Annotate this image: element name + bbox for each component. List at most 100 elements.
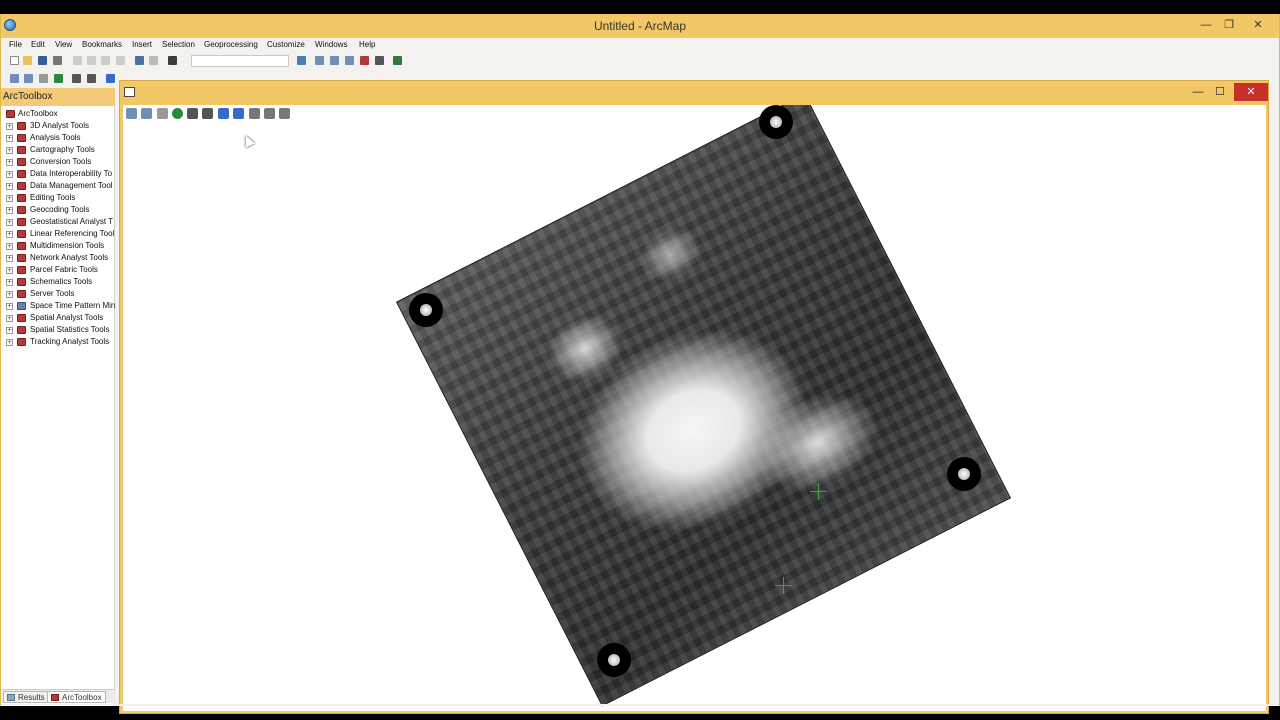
expand-icon[interactable]: + [6, 315, 13, 322]
toolbox-item[interactable]: + Spatial Analyst Tools [1, 312, 115, 324]
fixed-zoom-out-icon[interactable] [202, 108, 213, 119]
viewer-maximize-button[interactable]: ☐ [1209, 83, 1231, 101]
menu-selection[interactable]: Selection [162, 40, 195, 49]
full-extent-icon[interactable] [172, 108, 183, 119]
expand-icon[interactable]: + [6, 327, 13, 334]
menu-help[interactable]: Help [359, 40, 375, 49]
zoom-out-icon[interactable] [24, 74, 33, 83]
add-data-icon[interactable] [168, 56, 177, 65]
back-arrow-icon[interactable] [218, 108, 229, 119]
expand-icon[interactable]: + [6, 219, 13, 226]
expand-icon[interactable]: + [6, 159, 13, 166]
expand-icon[interactable]: + [6, 147, 13, 154]
toolbox-item[interactable]: + Editing Tools [1, 192, 115, 204]
editor-toolbar-icon[interactable] [297, 56, 306, 65]
refresh-icon[interactable] [249, 108, 260, 119]
toolbox-item[interactable]: + Space Time Pattern Min [1, 300, 115, 312]
toolbox-item[interactable]: + Multidimension Tools [1, 240, 115, 252]
toolbox-item[interactable]: + Data Management Tool [1, 180, 115, 192]
menu-file[interactable]: File [9, 40, 22, 49]
toolbox-item[interactable]: + Server Tools [1, 288, 115, 300]
viewer-options-icon[interactable] [279, 108, 290, 119]
expand-icon[interactable]: + [6, 135, 13, 142]
back-extent-icon[interactable] [106, 74, 115, 83]
catalog-window-icon[interactable] [330, 56, 339, 65]
toolbox-item[interactable]: + Schematics Tools [1, 276, 115, 288]
viewer-minimize-button[interactable]: — [1187, 83, 1209, 101]
toolbox-item[interactable]: + Parcel Fabric Tools [1, 264, 115, 276]
paste-icon[interactable] [101, 56, 110, 65]
new-document-icon[interactable] [10, 56, 19, 65]
tab-results[interactable]: Results [3, 691, 49, 703]
expand-icon[interactable]: + [6, 183, 13, 190]
expand-icon[interactable]: + [6, 267, 13, 274]
toolbox-item[interactable]: + Analysis Tools [1, 132, 115, 144]
pan-icon[interactable] [157, 108, 168, 119]
fixed-zoom-out-icon[interactable] [87, 74, 96, 83]
close-button[interactable]: ✕ [1247, 16, 1269, 34]
table-of-contents-icon[interactable] [315, 56, 324, 65]
toolbox-item[interactable]: + Geocoding Tools [1, 204, 115, 216]
menu-insert[interactable]: Insert [132, 40, 152, 49]
expand-icon[interactable]: + [6, 303, 13, 310]
menu-bookmarks[interactable]: Bookmarks [82, 40, 122, 49]
toolbox-item[interactable]: + Tracking Analyst Tools [1, 336, 115, 348]
python-window-icon[interactable] [375, 56, 384, 65]
open-folder-icon[interactable] [23, 56, 32, 65]
menu-windows[interactable]: Windows [315, 40, 347, 49]
arctoolbox-icon[interactable] [360, 56, 369, 65]
undo-icon[interactable] [135, 56, 144, 65]
maximize-button[interactable]: ❐ [1218, 16, 1240, 34]
expand-icon[interactable]: + [6, 171, 13, 178]
print-icon[interactable] [53, 56, 62, 65]
expand-icon[interactable]: + [6, 243, 13, 250]
search-window-icon[interactable] [345, 56, 354, 65]
expand-icon[interactable]: + [6, 207, 13, 214]
pan-icon[interactable] [39, 74, 48, 83]
expand-icon[interactable]: + [6, 195, 13, 202]
menu-edit[interactable]: Edit [31, 40, 45, 49]
fixed-zoom-in-icon[interactable] [72, 74, 81, 83]
toolbox-item[interactable]: + Network Analyst Tools [1, 252, 115, 264]
full-extent-icon[interactable] [54, 74, 63, 83]
expand-icon[interactable]: + [6, 291, 13, 298]
toolbox-item[interactable]: + Conversion Tools [1, 156, 115, 168]
menu-geoprocessing[interactable]: Geoprocessing [204, 40, 258, 49]
copy-icon[interactable] [87, 56, 96, 65]
toolbox-item[interactable]: + Spatial Statistics Tools [1, 324, 115, 336]
expand-icon[interactable]: + [6, 279, 13, 286]
zoom-in-icon[interactable] [126, 108, 137, 119]
tab-arctoolbox[interactable]: ArcToolbox [47, 691, 106, 703]
toolbox-item[interactable]: + Cartography Tools [1, 144, 115, 156]
zoom-in-icon[interactable] [10, 74, 19, 83]
menu-bar: File Edit View Bookmarks Insert Selectio… [1, 38, 1279, 52]
save-icon[interactable] [38, 56, 47, 65]
menu-view[interactable]: View [55, 40, 72, 49]
menu-customize[interactable]: Customize [267, 40, 305, 49]
expand-icon[interactable]: + [6, 123, 13, 130]
control-point-marker[interactable] [775, 577, 792, 594]
expand-icon[interactable]: + [6, 255, 13, 262]
toolbox-item[interactable]: + Linear Referencing Tool [1, 228, 115, 240]
toolbox-item[interactable]: + Geostatistical Analyst T [1, 216, 115, 228]
image-viewer-canvas[interactable] [123, 105, 1266, 711]
toolbox-icon [17, 302, 26, 310]
fixed-zoom-in-icon[interactable] [187, 108, 198, 119]
redo-icon[interactable] [149, 56, 158, 65]
model-builder-icon[interactable] [393, 56, 402, 65]
map-scale-combo[interactable] [191, 55, 289, 67]
control-point-marker[interactable] [810, 483, 827, 500]
toolbox-icon [17, 134, 26, 142]
expand-icon[interactable]: + [6, 339, 13, 346]
viewer-close-button[interactable]: ✕ [1234, 83, 1268, 101]
expand-icon[interactable]: + [6, 231, 13, 238]
zoom-to-layer-icon[interactable] [264, 108, 275, 119]
cut-icon[interactable] [73, 56, 82, 65]
forward-arrow-icon[interactable] [233, 108, 244, 119]
toolbox-item[interactable]: +3D Analyst Tools [1, 120, 115, 132]
tree-root-arctoolbox[interactable]: ArcToolbox [1, 108, 115, 120]
delete-icon[interactable] [116, 56, 125, 65]
zoom-out-icon[interactable] [141, 108, 152, 119]
toolbox-item[interactable]: + Data Interoperability To [1, 168, 115, 180]
minimize-button[interactable]: — [1195, 16, 1217, 34]
